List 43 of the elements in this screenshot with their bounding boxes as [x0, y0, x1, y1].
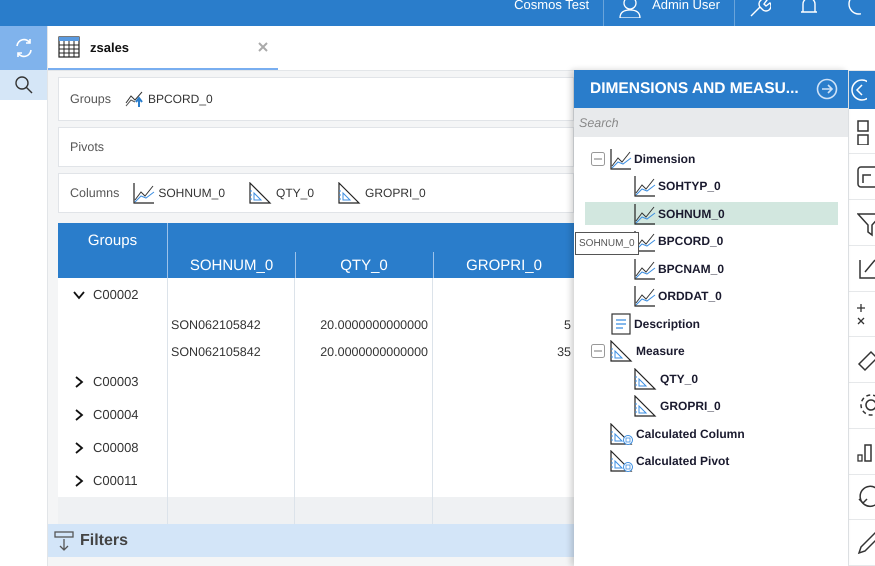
table-cell: SON062105842 [168, 338, 295, 365]
table-cell: 5 [433, 311, 575, 338]
column-header[interactable]: SOHNUM_0 [168, 223, 295, 278]
company-name: Cosmos Test [514, 0, 590, 11]
zone-label: Columns [70, 186, 120, 200]
drop-zone[interactable]: Pivots [58, 127, 574, 167]
tree-item[interactable]: BPCNAM_0 [585, 257, 838, 280]
tree-item[interactable]: Dimension [585, 147, 838, 170]
tree-item[interactable]: GROPRI_0 [585, 394, 838, 418]
group-label: C00011 [93, 473, 138, 488]
tree-item[interactable]: Calculated Pivot [585, 450, 838, 472]
group-label: C00008 [93, 440, 139, 455]
tree-item[interactable]: QTY_0 [585, 367, 838, 390]
group-label: C00003 [93, 374, 139, 389]
tree-item[interactable]: Description [585, 312, 838, 335]
drop-zone[interactable]: Columns SOHNUM_0 QTY_0 GROPRI_0 [58, 173, 574, 213]
field-chip[interactable]: BPCORD_0 [148, 92, 213, 106]
zone-label: Pivots [70, 140, 104, 154]
column-header: Groups [58, 223, 168, 278]
tree-item[interactable]: Calculated Column [585, 422, 838, 445]
table-cell: 20.0000000000000 [295, 338, 433, 365]
column-header[interactable]: GROPRI_0 [433, 223, 575, 278]
hover-tooltip: SOHNUM_0 [575, 232, 639, 255]
drop-zone[interactable]: Groups BPCORD_0 [58, 77, 574, 121]
tab-title: zsales [90, 40, 130, 54]
group-label: C00002 [93, 287, 139, 302]
filters-bar[interactable]: Filters [48, 524, 575, 557]
tree-item[interactable]: ORDDAT_0 [585, 284, 838, 308]
search-field[interactable]: Search [574, 108, 848, 137]
table-cell: SON062105842 [168, 311, 295, 338]
table-cell: 20.0000000000000 [295, 311, 433, 338]
column-header[interactable]: QTY_0 [295, 223, 433, 278]
field-chip[interactable]: GROPRI_0 [365, 186, 426, 200]
panel-title: DIMENSIONS AND MEASU... [590, 80, 799, 98]
zone-label: Groups [70, 92, 111, 106]
filters-label: Filters [80, 532, 128, 550]
tree-item[interactable]: SOHTYP_0 [585, 174, 838, 198]
tree-item[interactable]: Measure [585, 340, 838, 362]
field-chip[interactable]: QTY_0 [276, 186, 314, 200]
tree-item[interactable]: SOHNUM_0 [585, 202, 838, 225]
table-cell: 35 [433, 338, 575, 365]
field-chip[interactable]: SOHNUM_0 [158, 186, 226, 200]
group-label: C00004 [93, 407, 139, 422]
